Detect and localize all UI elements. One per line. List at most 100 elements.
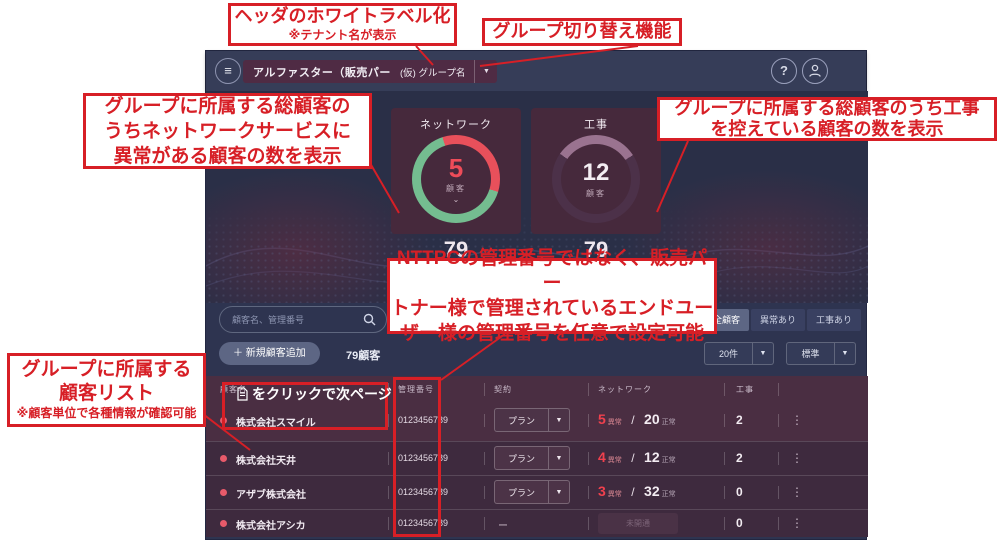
annotation-management-number: NTTPCの管理番号ではなく、販売パー トナー様で管理されているエンドユー ザー… <box>387 248 717 344</box>
construction-count-cell: 0 <box>736 516 743 530</box>
customer-name[interactable]: 株式会社アシカ <box>236 517 306 532</box>
chevron-down-icon: ▼ <box>555 488 563 496</box>
abnormal-label: 異常 <box>607 491 622 498</box>
status-dot <box>220 455 227 462</box>
construction-count: 12 <box>582 158 610 186</box>
sort-value: 標準 <box>801 349 820 359</box>
help-button[interactable]: ? <box>771 58 797 84</box>
network-status-cell: 5 異常 / 20 正常 <box>598 411 676 429</box>
hamburger-menu-icon[interactable]: ≡ <box>215 58 241 84</box>
slash: / <box>631 451 635 465</box>
annotation-whitelabel: ヘッダのホワイトラベル化 ※テナント名が表示 <box>228 3 457 46</box>
abnormal-count: 4 <box>598 449 606 465</box>
annotation-customer-list: グループに所属する 顧客リスト ※顧客単位で各種情報が確認可能 <box>7 353 206 427</box>
col-header-construction: 工事 <box>736 385 754 394</box>
customer-count-label: 79顧客 <box>346 350 381 362</box>
slash: / <box>631 413 635 427</box>
construction-gauge-card[interactable]: 工事 12 顧客 <box>531 108 661 234</box>
plan-value: プラン <box>507 487 535 498</box>
construction-gauge-title: 工事 <box>584 119 608 131</box>
normal-label: 正常 <box>661 457 676 464</box>
annotation-text: 異常がある顧客の数を表示 <box>113 145 342 167</box>
annotation-frame-id-column <box>393 377 441 537</box>
annotation-text: グループに所属する <box>21 359 192 381</box>
no-contract-dash: ー <box>498 521 508 532</box>
annotation-text: 顧客リスト <box>58 383 154 405</box>
chevron-down-icon: ▼ <box>555 416 563 424</box>
annotation-text: ザー様の管理番号を任意で設定可能 <box>399 323 704 344</box>
sort-select[interactable]: 標準 ▼ <box>786 342 856 365</box>
annotation-text: トナー様で管理されているエンドユー <box>390 298 714 319</box>
chevron-down-icon[interactable]: ⌄ <box>453 195 460 204</box>
plan-dropdown[interactable]: プラン ▼ <box>494 408 570 432</box>
filter-abnormal-button[interactable]: 異常あり <box>751 309 806 331</box>
plan-dropdown[interactable]: プラン ▼ <box>494 446 570 470</box>
row-menu-icon[interactable]: ⋮ <box>791 485 803 499</box>
normal-count: 12 <box>644 449 660 465</box>
annotation-group-switch: グループ切り替え機能 <box>482 18 682 46</box>
search-placeholder: 顧客名、管理番号 <box>232 315 305 325</box>
annotation-text: NTTPCの管理番号ではなく、販売パー <box>396 248 708 294</box>
col-header-network: ネットワーク <box>598 385 652 394</box>
person-icon <box>809 64 821 77</box>
customer-page-icon <box>237 387 248 401</box>
row-menu-icon[interactable]: ⋮ <box>791 451 803 465</box>
network-donut-gauge: 5 顧客 ⌄ <box>412 135 500 223</box>
col-header-contract: 契約 <box>494 385 512 394</box>
annotation-text: ※顧客単位で各種情報が確認可能 <box>16 406 197 421</box>
construction-count-cell: 2 <box>736 451 743 465</box>
add-customer-button[interactable]: ＋ 新規顧客追加 <box>219 342 320 365</box>
customer-name[interactable]: アザブ株式会社 <box>236 486 306 501</box>
network-gauge-title: ネットワーク <box>420 119 492 131</box>
table-row[interactable]: 株式会社アシカ 0123456789 ー 未開通 0 ⋮ <box>206 509 868 537</box>
annotation-text: グループに所属する総顧客のうち工事 <box>674 98 980 118</box>
construction-unit-label: 顧客 <box>586 188 606 198</box>
normal-count: 20 <box>644 411 660 427</box>
annotation-text: を控えている顧客の数を表示 <box>710 119 944 139</box>
annotation-text: ※テナント名が表示 <box>288 28 397 43</box>
per-page-select[interactable]: 20件 ▼ <box>704 342 774 365</box>
abnormal-label: 異常 <box>607 419 622 426</box>
plan-dropdown[interactable]: プラン ▼ <box>494 480 570 504</box>
table-row[interactable]: アザブ株式会社 0123456789 プラン ▼ 3 異常 / 32 正常 0 ⋮ <box>206 475 868 509</box>
chevron-down-icon: ▼ <box>759 350 767 357</box>
annotation-text: グループ切り替え機能 <box>492 21 672 42</box>
annotation-next-page: をクリックで次ページ <box>237 384 392 404</box>
normal-count: 32 <box>644 483 660 499</box>
annotation-text: うちネットワークサービスに <box>103 120 351 142</box>
network-gauge-card[interactable]: ネットワーク 5 顧客 ⌄ <box>391 108 521 234</box>
network-abnormal-count: 5 <box>448 152 464 183</box>
plan-value: プラン <box>507 453 535 464</box>
row-menu-icon[interactable]: ⋮ <box>791 516 803 530</box>
chevron-down-icon: ▼ <box>555 454 563 462</box>
table-row[interactable]: 株式会社天井 0123456789 プラン ▼ 4 異常 / 12 正常 2 ⋮ <box>206 441 868 475</box>
network-status-cell: 4 異常 / 12 正常 <box>598 449 676 467</box>
row-menu-icon[interactable]: ⋮ <box>791 413 803 427</box>
construction-count-cell: 0 <box>736 485 743 499</box>
abnormal-label: 異常 <box>607 457 622 464</box>
annotation-text: ヘッダのホワイトラベル化 <box>234 6 451 27</box>
chevron-down-icon: ▼ <box>841 350 849 357</box>
slash: / <box>631 485 635 499</box>
group-selector[interactable]: (仮) グループ名 ▼ <box>390 60 498 83</box>
group-selector-label: (仮) グループ名 <box>400 67 466 79</box>
screenshot-canvas: ≡ アルファスター（販売パートナー名） (仮) グループ名 ▼ ? ネットワーク… <box>0 0 1000 540</box>
status-dot <box>220 520 227 527</box>
filter-construction-button[interactable]: 工事あり <box>807 309 862 331</box>
construction-count-cell: 2 <box>736 413 743 427</box>
account-button[interactable] <box>802 58 828 84</box>
search-input[interactable]: 顧客名、管理番号 <box>219 306 387 333</box>
per-page-value: 20件 <box>718 349 738 359</box>
customer-name[interactable]: 株式会社天井 <box>236 452 296 467</box>
construction-donut-gauge: 12 顧客 <box>552 135 640 223</box>
network-pending-button[interactable]: 未開通 <box>598 513 678 534</box>
network-status-cell: 3 異常 / 32 正常 <box>598 483 676 501</box>
annotation-network-count: グループに所属する総顧客の うちネットワークサービスに 異常がある顧客の数を表示 <box>83 93 372 169</box>
abnormal-count: 5 <box>598 411 606 427</box>
normal-label: 正常 <box>661 419 676 426</box>
search-icon <box>363 313 376 326</box>
app-header: ≡ アルファスター（販売パートナー名） (仮) グループ名 ▼ ? <box>206 51 866 91</box>
customer-filter-group: 全顧客 異常あり 工事あり <box>704 309 862 331</box>
status-dot <box>220 489 227 496</box>
normal-label: 正常 <box>661 491 676 498</box>
